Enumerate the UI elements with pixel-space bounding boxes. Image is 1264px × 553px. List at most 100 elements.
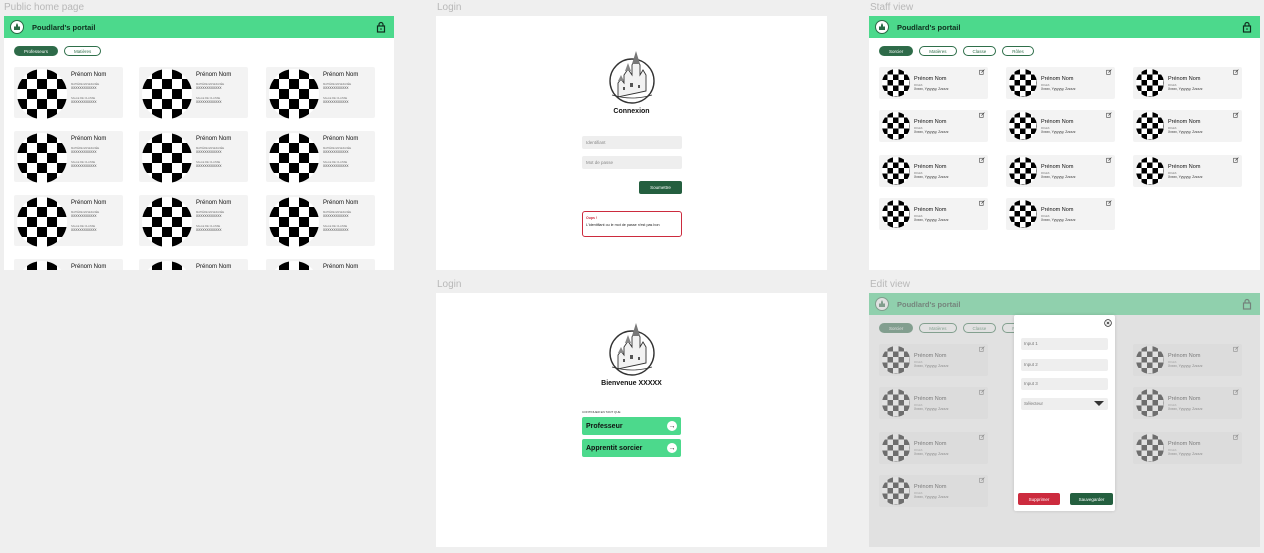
staff-card[interactable]: Prénom Nom ROLES Xxxxx, Yyyyyyy, Zzzzzz bbox=[1133, 110, 1242, 142]
tab-roles[interactable]: Rôles bbox=[1002, 46, 1034, 56]
card-name: Prénom Nom bbox=[914, 163, 947, 170]
professeur-button[interactable]: Professeur → bbox=[582, 417, 681, 435]
delete-button[interactable]: Supprimer bbox=[1018, 493, 1060, 505]
professor-card[interactable]: Prénom NomMATIÈRE ENSEIGNÉEXXXXXXXXXXXXS… bbox=[139, 131, 248, 183]
card-info: Prénom NomROLESXxxxx, Yyyyyyy, Zzzzzz bbox=[914, 207, 949, 222]
edit-icon[interactable] bbox=[1233, 112, 1239, 118]
card-info: Prénom NomROLESXxxxx, Yyyyyyy, Zzzzzz bbox=[1168, 76, 1203, 91]
card-roles-value: Xxxxx, Yyyyyyy, Zzzzzz bbox=[1168, 174, 1203, 179]
close-icon[interactable] bbox=[1104, 319, 1112, 327]
card-roles-value: Xxxxx, Yyyyyyy, Zzzzzz bbox=[1041, 129, 1076, 134]
edit-icon[interactable] bbox=[1106, 69, 1112, 75]
card-info: Prénom NomMATIÈRE ENSEIGNÉEXXXXXXXXXXXXS… bbox=[196, 133, 231, 175]
castle-logo-icon bbox=[608, 51, 655, 104]
edit-icon[interactable] bbox=[979, 157, 985, 163]
edit-icon[interactable] bbox=[979, 69, 985, 75]
card-name: Prénom Nom bbox=[196, 200, 232, 206]
castle-logo-icon bbox=[608, 323, 655, 376]
edit-icon[interactable] bbox=[1233, 157, 1239, 163]
castle-logo-icon[interactable] bbox=[10, 20, 24, 34]
card-field1-value: XXXXXXXXXXXX bbox=[71, 150, 97, 154]
professor-card[interactable]: Prénom NomMATIÈRE ENSEIGNÉEXXXXXXXXXXXXS… bbox=[139, 67, 248, 119]
card-name: Prénom Nom bbox=[914, 206, 947, 213]
card-name: Prénom Nom bbox=[71, 72, 107, 78]
professor-card[interactable]: Prénom NomMATIÈRE ENSEIGNÉEXXXXXXXXXXXXS… bbox=[139, 259, 248, 270]
staff-card[interactable]: Prénom Nom ROLES Xxxxx, Yyyyyyy, Zzzzzz bbox=[1006, 67, 1115, 99]
selector-dropdown[interactable]: Sélecteur bbox=[1021, 398, 1108, 410]
staff-card[interactable]: Prénom Nom ROLES Xxxxx, Yyyyyyy, Zzzzzz bbox=[1133, 67, 1242, 99]
card-name: Prénom Nom bbox=[323, 200, 359, 206]
professeur-label: Professeur bbox=[586, 422, 623, 430]
staff-card[interactable]: Prénom Nom ROLES Xxxxx, Yyyyyyy, Zzzzzz bbox=[879, 155, 988, 187]
card-field2-value: XXXXXXXXXXXX bbox=[71, 164, 97, 168]
public-home-frame: Poudlard's portail Professeurs Matières … bbox=[4, 16, 394, 270]
save-button[interactable]: Sauvegarder bbox=[1070, 493, 1113, 505]
tab-sorcier[interactable]: Sorcier bbox=[879, 46, 914, 56]
tab-matieres[interactable]: Matières bbox=[919, 46, 957, 56]
input-3-field[interactable]: Input 3 bbox=[1021, 378, 1108, 390]
card-info: Prénom NomMATIÈRE ENSEIGNÉEXXXXXXXXXXXXS… bbox=[196, 197, 231, 239]
professor-card[interactable]: Prénom NomMATIÈRE ENSEIGNÉEXXXXXXXXXXXXS… bbox=[14, 131, 123, 183]
staff-card[interactable]: Prénom Nom ROLES Xxxxx, Yyyyyyy, Zzzzzz bbox=[1006, 110, 1115, 142]
login-title: Connexion bbox=[613, 108, 650, 115]
professor-card[interactable]: Prénom NomMATIÈRE ENSEIGNÉEXXXXXXXXXXXXS… bbox=[266, 131, 375, 183]
professor-card[interactable]: Prénom NomMATIÈRE ENSEIGNÉEXXXXXXXXXXXXS… bbox=[14, 67, 123, 119]
tab-classe[interactable]: Classe bbox=[962, 46, 997, 56]
card-field1-value: XXXXXXXXXXXX bbox=[323, 150, 349, 154]
tab-matieres[interactable]: Matières bbox=[64, 46, 102, 56]
card-info: Prénom NomROLESXxxxx, Yyyyyyy, Zzzzzz bbox=[1168, 119, 1203, 134]
edit-icon[interactable] bbox=[1106, 200, 1112, 206]
card-name: Prénom Nom bbox=[71, 200, 107, 206]
staff-card[interactable]: Prénom Nom ROLES Xxxxx, Yyyyyyy, Zzzzzz bbox=[879, 198, 988, 230]
staff-card[interactable]: Prénom Nom ROLES Xxxxx, Yyyyyyy, Zzzzzz bbox=[1006, 155, 1115, 187]
professor-card[interactable]: Prénom NomMATIÈRE ENSEIGNÉEXXXXXXXXXXXXS… bbox=[266, 259, 375, 270]
card-field2-value: XXXXXXXXXXXX bbox=[196, 228, 222, 232]
edit-modal: Input 1 Input 2 Input 3 Sélecteur Suppri… bbox=[1014, 315, 1115, 511]
avatar bbox=[269, 133, 319, 183]
card-info: Prénom NomROLESXxxxx, Yyyyyyy, Zzzzzz bbox=[1041, 207, 1076, 222]
avatar bbox=[17, 197, 67, 247]
castle-logo-icon[interactable] bbox=[875, 20, 889, 34]
avatar bbox=[269, 261, 319, 270]
card-name: Prénom Nom bbox=[1041, 118, 1074, 125]
staff-card[interactable]: Prénom Nom ROLES Xxxxx, Yyyyyyy, Zzzzzz bbox=[879, 110, 988, 142]
avatar bbox=[882, 157, 910, 185]
card-roles-value: Xxxxx, Yyyyyyy, Zzzzzz bbox=[914, 86, 949, 91]
professor-card[interactable]: Prénom NomMATIÈRE ENSEIGNÉEXXXXXXXXXXXXS… bbox=[14, 259, 123, 270]
edit-icon[interactable] bbox=[1106, 157, 1112, 163]
staff-card[interactable]: Prénom Nom ROLES Xxxxx, Yyyyyyy, Zzzzzz bbox=[1006, 198, 1115, 230]
submit-button[interactable]: Soumettre bbox=[639, 181, 682, 194]
tab-professeurs[interactable]: Professeurs bbox=[14, 46, 59, 56]
edit-icon[interactable] bbox=[1233, 69, 1239, 75]
staff-card[interactable]: Prénom Nom ROLES Xxxxx, Yyyyyyy, Zzzzzz bbox=[1133, 155, 1242, 187]
lock-icon[interactable] bbox=[376, 21, 386, 33]
staff-card[interactable]: Prénom Nom ROLES Xxxxx, Yyyyyyy, Zzzzzz bbox=[879, 67, 988, 99]
professor-card[interactable]: Prénom NomMATIÈRE ENSEIGNÉEXXXXXXXXXXXXS… bbox=[266, 67, 375, 119]
chevron-down-icon bbox=[1094, 401, 1104, 406]
professor-card[interactable]: Prénom NomMATIÈRE ENSEIGNÉEXXXXXXXXXXXXS… bbox=[139, 195, 248, 247]
input-1-field[interactable]: Input 1 bbox=[1021, 338, 1108, 350]
header-title: Poudlard's portail bbox=[32, 22, 96, 32]
selector-value: Sélecteur bbox=[1024, 401, 1044, 406]
professor-card[interactable]: Prénom NomMATIÈRE ENSEIGNÉEXXXXXXXXXXXXS… bbox=[266, 195, 375, 247]
public-tabs: Professeurs Matières bbox=[4, 38, 394, 56]
error-message: L'identifiant ou le mot de passe n'est p… bbox=[586, 223, 660, 227]
card-info: Prénom NomMATIÈRE ENSEIGNÉEXXXXXXXXXXXXS… bbox=[323, 69, 358, 111]
card-roles-value: Xxxxx, Yyyyyyy, Zzzzzz bbox=[1041, 86, 1076, 91]
edit-icon[interactable] bbox=[1106, 112, 1112, 118]
password-field[interactable]: Mot de passe bbox=[582, 156, 682, 169]
card-info: Prénom NomMATIÈRE ENSEIGNÉEXXXXXXXXXXXXS… bbox=[71, 261, 106, 270]
input-2-field[interactable]: Input 2 bbox=[1021, 359, 1108, 371]
avatar bbox=[882, 200, 910, 228]
identifier-field[interactable]: Identifiant bbox=[582, 136, 682, 149]
arrow-right-icon: → bbox=[667, 421, 677, 431]
card-field1-value: XXXXXXXXXXXX bbox=[196, 86, 222, 90]
professor-card[interactable]: Prénom NomMATIÈRE ENSEIGNÉEXXXXXXXXXXXXS… bbox=[14, 195, 123, 247]
lock-icon[interactable] bbox=[1242, 21, 1252, 33]
apprentit-sorcier-label: Apprentit sorcier bbox=[586, 444, 643, 452]
card-name: Prénom Nom bbox=[71, 264, 107, 270]
card-info: Prénom NomROLESXxxxx, Yyyyyyy, Zzzzzz bbox=[914, 76, 949, 91]
edit-icon[interactable] bbox=[979, 112, 985, 118]
apprentit-sorcier-button[interactable]: Apprentit sorcier → bbox=[582, 439, 681, 457]
edit-icon[interactable] bbox=[979, 200, 985, 206]
